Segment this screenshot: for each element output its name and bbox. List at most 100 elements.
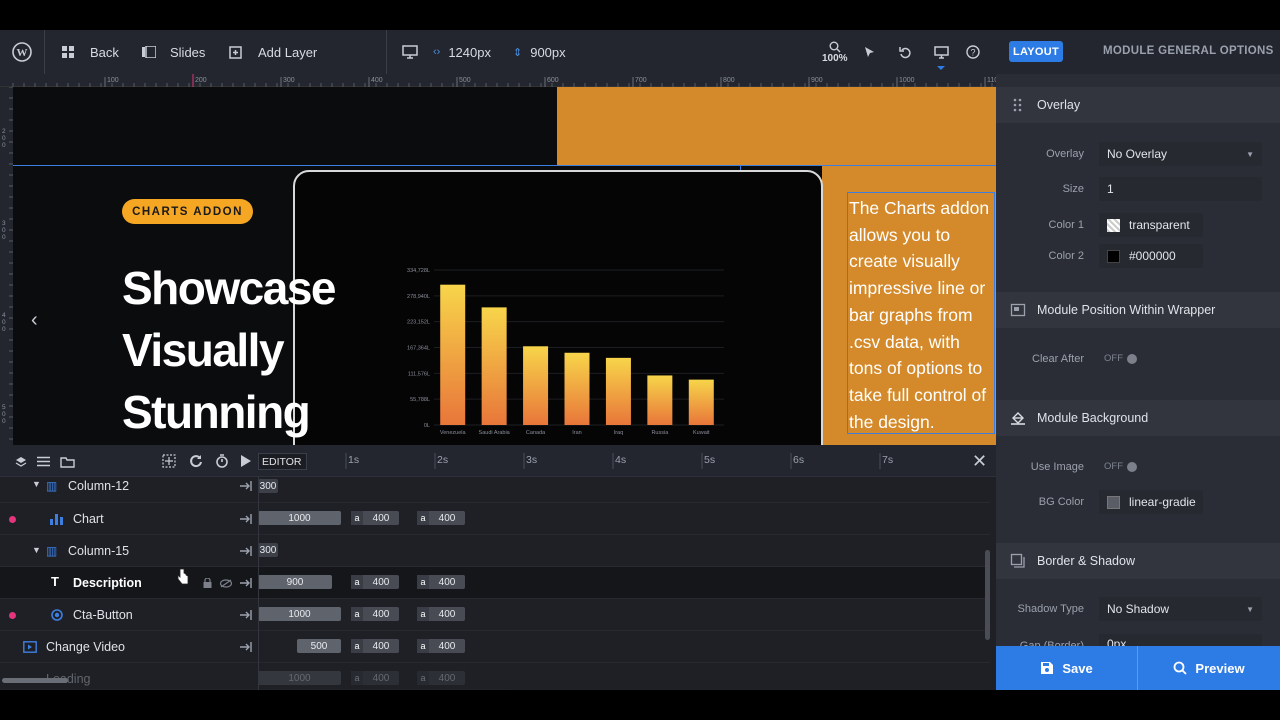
layer-row-description[interactable]: T Description 900 a 400 a 400 — [0, 567, 990, 599]
help-button[interactable]: ? — [966, 30, 980, 74]
ruler-label: 400 — [371, 77, 383, 84]
enter-arrow-icon[interactable] — [239, 479, 253, 493]
layers-icon[interactable] — [15, 456, 27, 468]
lock-icon[interactable] — [203, 578, 212, 588]
ruler-label: 0 — [2, 411, 6, 418]
vertical-scrollbar[interactable] — [985, 550, 990, 640]
color-value: linear-gradie — [1129, 495, 1196, 509]
enter-arrow-icon[interactable] — [239, 640, 253, 654]
left-ruler-ticks: 200300400500 — [2, 87, 13, 440]
layer-duration-bar[interactable]: 1000 — [258, 607, 341, 621]
animation-out-bar[interactable]: a 400 — [417, 511, 465, 525]
animation-out-bar[interactable]: a 400 — [417, 671, 465, 685]
ruler-label: 0 — [2, 227, 6, 234]
color-value: #000000 — [1129, 249, 1176, 263]
save-label: Save — [1062, 660, 1093, 676]
collapse-chevron-icon[interactable]: ▼ — [32, 479, 41, 489]
layer-row-loading[interactable]: Loading 1000 a 400 a 400 — [0, 663, 990, 690]
anim-label: a — [417, 575, 429, 589]
bar-chart[interactable]: 0L 55,788L 111,576L 167,364L 223,152L 278,940… — [388, 262, 728, 442]
bar — [605, 357, 631, 425]
animation-in-bar[interactable]: a 400 — [351, 511, 399, 525]
layer-duration-bar[interactable]: 900 — [258, 575, 332, 589]
background-section-header[interactable]: Module Background — [996, 400, 1280, 436]
module-general-options-tab[interactable]: MODULE GENERAL OPTIONS — [1103, 45, 1274, 57]
select-tool-button[interactable] — [864, 30, 876, 74]
back-button[interactable]: Back — [62, 30, 119, 74]
preview-button[interactable]: Preview — [1138, 646, 1280, 690]
color2-picker[interactable]: #000000 — [1099, 244, 1203, 268]
folder-icon[interactable] — [60, 456, 75, 468]
animation-out-bar[interactable]: a 400 — [417, 575, 465, 589]
device-desktop-button[interactable] — [402, 30, 418, 74]
layer-row-column-15[interactable]: ▼ ▥ Column-15 300 — [0, 535, 990, 567]
enter-arrow-icon[interactable] — [239, 608, 253, 622]
close-timeline-icon[interactable]: ✕ — [972, 451, 987, 472]
height-field[interactable]: ⇕ 900px — [513, 30, 566, 74]
height-arrows-icon: ⇕ — [513, 46, 523, 59]
layer-row-chart[interactable]: Chart 1000 a 400 a 400 — [0, 503, 990, 535]
animation-out-bar[interactable]: a 400 — [417, 607, 465, 621]
use-image-toggle[interactable]: OFF — [1104, 461, 1137, 472]
slides-button[interactable]: Slides — [142, 30, 205, 74]
play-icon[interactable] — [240, 455, 251, 467]
description-text[interactable]: The Charts addon allows you to create vi… — [847, 192, 995, 434]
enter-arrow-icon[interactable] — [239, 576, 253, 590]
ruler-label: 5 — [2, 404, 6, 411]
animation-in-bar[interactable]: a 400 — [351, 671, 399, 685]
layer-name: Column-15 — [68, 544, 130, 558]
overlay-section-header[interactable]: Overlay — [996, 87, 1280, 123]
collapse-chevron-icon[interactable]: ▼ — [32, 545, 41, 555]
y-tick-label: 167,364L — [407, 346, 430, 352]
layer-duration-bar[interactable]: 500 — [297, 639, 341, 653]
layer-duration-bar[interactable]: 1000 — [258, 511, 341, 525]
layer-start-bar[interactable]: 300 — [258, 543, 278, 557]
animation-out-bar[interactable]: a 400 — [417, 639, 465, 653]
enter-arrow-icon[interactable] — [239, 512, 253, 526]
snap-icon[interactable] — [162, 454, 176, 468]
bg-color-picker[interactable]: linear-gradie — [1099, 490, 1203, 514]
ruler-label: 3 — [2, 220, 6, 227]
video-icon — [23, 641, 37, 653]
anim-label: a — [417, 511, 429, 525]
undo-button[interactable] — [899, 30, 912, 74]
visibility-icon[interactable] — [220, 579, 232, 588]
list-icon[interactable] — [37, 456, 50, 467]
width-field[interactable]: ‹› 1240px — [433, 30, 491, 74]
animation-in-bar[interactable]: a 400 — [351, 575, 399, 589]
layer-row-change-video[interactable]: Change Video 500 a 400 a 400 — [0, 631, 990, 663]
hero-heading[interactable]: Showcase Visually Stunning — [122, 257, 337, 443]
chart-icon — [50, 514, 63, 525]
color1-picker[interactable]: transparent — [1099, 213, 1203, 237]
refresh-icon[interactable] — [189, 454, 203, 468]
animation-in-bar[interactable]: a 400 — [351, 639, 399, 653]
anim-value: 400 — [372, 608, 390, 620]
horizontal-scrollbar[interactable] — [2, 678, 68, 683]
timer-icon[interactable] — [215, 454, 229, 468]
layout-tab[interactable]: LAYOUT — [1009, 41, 1063, 62]
wordpress-logo-button[interactable]: W — [12, 30, 32, 74]
prev-slide-arrow-icon[interactable]: ‹ — [31, 309, 38, 332]
overlay-select[interactable]: No Overlay ▼ — [1099, 142, 1262, 166]
layer-duration-bar[interactable]: 1000 — [258, 671, 341, 685]
layer-row-column-12[interactable]: ▼ ▥ Column-12 300 — [0, 471, 990, 503]
shadow-type-select[interactable]: No Shadow ▼ — [1099, 597, 1262, 621]
charts-addon-badge[interactable]: CHARTS ADDON — [122, 199, 253, 224]
border-section-header[interactable]: Border & Shadow — [996, 543, 1280, 579]
layer-start-bar[interactable]: 300 — [258, 479, 278, 493]
gap-input[interactable]: 0px — [1099, 634, 1262, 646]
slide-canvas[interactable]: CHARTS ADDON Showcase Visually Stunning … — [13, 87, 996, 445]
clear-after-toggle[interactable]: OFF — [1104, 353, 1137, 364]
save-button[interactable]: Save — [996, 646, 1137, 690]
layer-row-cta-button[interactable]: Cta-Button 1000 a 400 a 400 — [0, 599, 990, 631]
add-layer-button[interactable]: Add Layer — [229, 30, 317, 74]
time-label: 6s — [793, 454, 804, 466]
size-input[interactable]: 1 — [1099, 177, 1262, 201]
zoom-button[interactable]: 100% — [822, 30, 848, 74]
enter-arrow-icon[interactable] — [239, 544, 253, 558]
mouse-cursor-icon — [177, 568, 189, 585]
position-section-header[interactable]: Module Position Within Wrapper — [996, 292, 1280, 328]
anim-label: a — [351, 575, 363, 589]
size-label: Size — [1062, 183, 1084, 195]
animation-in-bar[interactable]: a 400 — [351, 607, 399, 621]
